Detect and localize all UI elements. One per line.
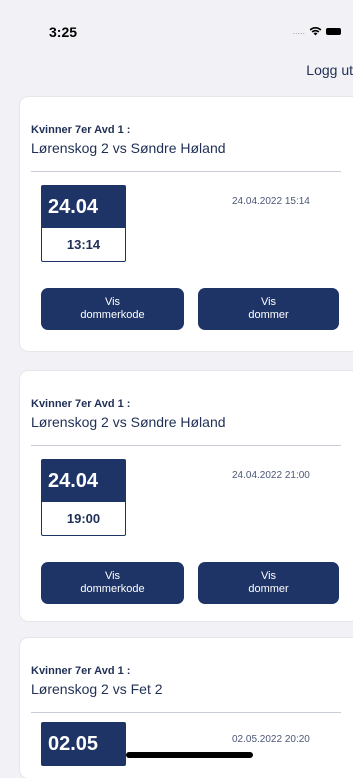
match-timestamp: 02.05.2022 20:20 [232, 734, 310, 745]
match-division: Kvinner 7er Avd 1 : [31, 665, 131, 677]
match-card: Kvinner 7er Avd 1 : Lørenskog 2 vs Søndr… [20, 97, 353, 351]
button-label-line-1: Vis [104, 570, 121, 582]
status-icons: ..... [292, 26, 341, 36]
button-label-line-2: dommer [248, 583, 289, 595]
divider [31, 712, 341, 713]
home-indicator [126, 752, 253, 758]
button-label-line-1: Vis [260, 570, 277, 582]
match-teams: Lørenskog 2 vs Fet 2 [31, 681, 163, 697]
match-division: Kvinner 7er Avd 1 : [31, 124, 131, 136]
button-label-line-1: Vis [260, 296, 277, 308]
match-timestamp: 24.04.2022 15:14 [232, 196, 310, 207]
match-card: Kvinner 7er Avd 1 : Lørenskog 2 vs Søndr… [20, 371, 353, 621]
match-division: Kvinner 7er Avd 1 : [31, 398, 131, 410]
status-bar: 3:25 ..... [0, 0, 353, 50]
show-referee-code-button[interactable]: Vis dommerkode [41, 562, 184, 604]
match-time: 13:14 [66, 237, 101, 252]
match-teams: Lørenskog 2 vs Søndre Høland [31, 414, 226, 430]
match-teams: Lørenskog 2 vs Søndre Høland [31, 140, 226, 156]
match-time: 19:00 [66, 511, 101, 526]
status-time: 3:25 [49, 24, 78, 40]
button-label-line-1: Vis [104, 296, 121, 308]
signal-icon: ..... [292, 26, 305, 36]
button-label-line-2: dommerkode [80, 583, 145, 595]
date-box: 02.05 [41, 722, 126, 766]
battery-icon [326, 27, 341, 35]
match-date: 24.04 [42, 186, 125, 228]
logout-button[interactable]: Logg ut [306, 62, 353, 78]
show-referee-code-button[interactable]: Vis dommerkode [41, 288, 184, 330]
show-referee-button[interactable]: Vis dommer [198, 288, 339, 330]
match-date: 02.05 [42, 723, 125, 765]
divider [31, 171, 341, 172]
divider [31, 445, 341, 446]
match-date: 24.04 [42, 460, 125, 502]
show-referee-button[interactable]: Vis dommer [198, 562, 339, 604]
wifi-icon [309, 26, 322, 36]
button-label-line-2: dommer [248, 309, 289, 321]
match-timestamp: 24.04.2022 21:00 [232, 470, 310, 481]
date-box: 24.04 13:14 [41, 185, 126, 262]
button-label-line-2: dommerkode [80, 309, 145, 321]
date-box: 24.04 19:00 [41, 459, 126, 536]
